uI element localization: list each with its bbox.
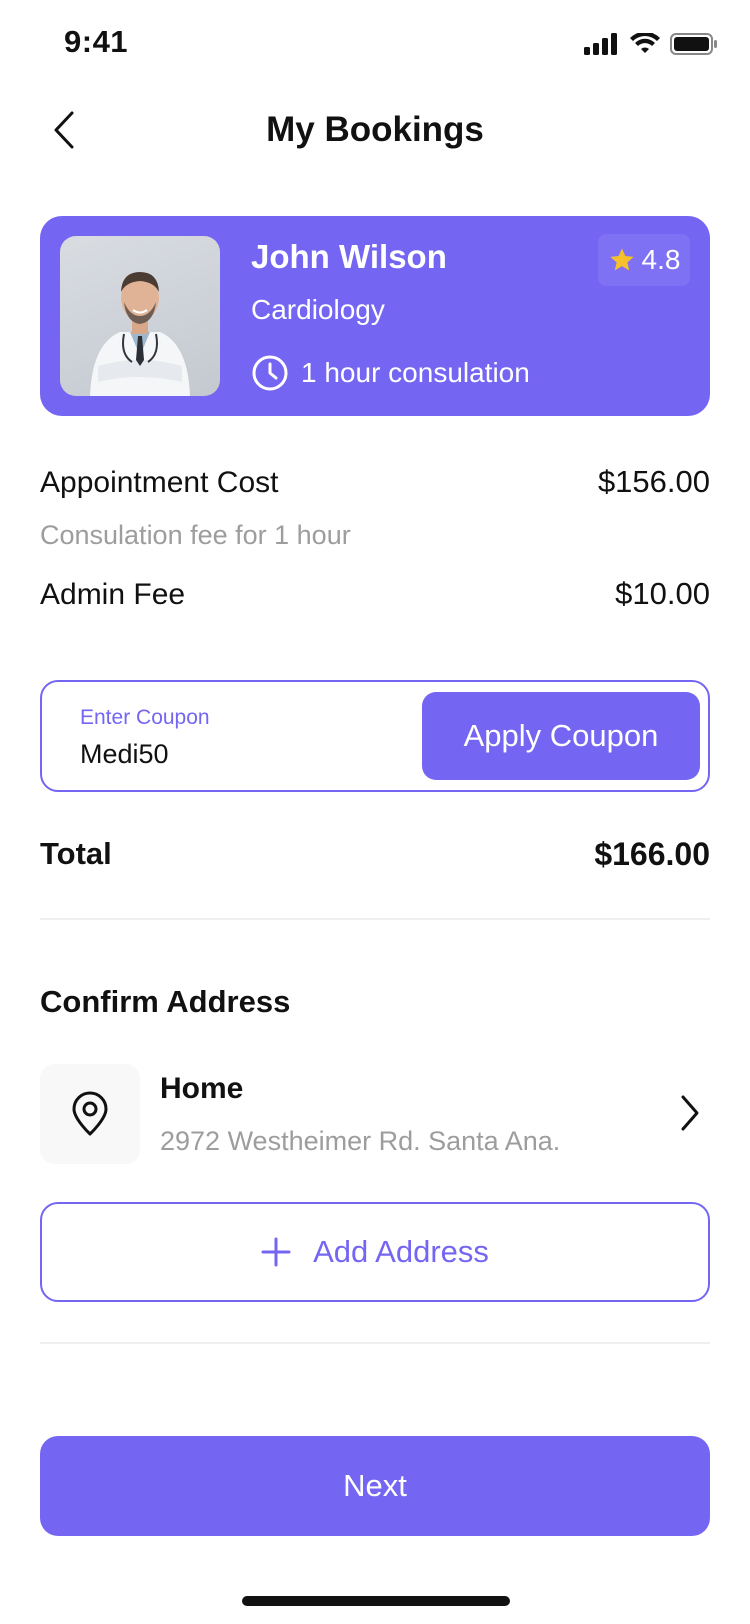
admin-fee-value: $10.00 xyxy=(615,576,710,611)
doctor-name: John Wilson xyxy=(251,238,447,275)
clock-icon xyxy=(252,355,288,391)
doctor-photo xyxy=(60,236,220,396)
admin-fee-label: Admin Fee xyxy=(40,578,186,611)
confirm-address-title: Confirm Address xyxy=(40,984,291,1019)
status-time: 9:41 xyxy=(64,24,129,59)
address-item-home[interactable]: Home 2972 Westheimer Rd. Santa Ana. xyxy=(40,1064,710,1164)
next-button[interactable]: Next xyxy=(40,1436,710,1536)
coupon-label: Enter Coupon xyxy=(80,706,210,729)
consultation-duration-text: 1 hour consulation xyxy=(301,357,530,388)
add-address-button[interactable]: Add Address xyxy=(40,1202,710,1302)
total-label: Total xyxy=(40,836,112,871)
appointment-cost-note: Consulation fee for 1 hour xyxy=(40,520,351,550)
coupon-input[interactable] xyxy=(80,734,380,774)
battery-icon xyxy=(670,33,717,55)
address-line: 2972 Westheimer Rd. Santa Ana. xyxy=(160,1126,561,1156)
divider xyxy=(40,918,710,920)
cellular-signal-icon xyxy=(584,33,617,55)
address-title: Home xyxy=(160,1072,244,1105)
home-indicator xyxy=(242,1596,510,1606)
apply-coupon-button[interactable]: Apply Coupon xyxy=(422,692,700,780)
add-address-label: Add Address xyxy=(313,1234,489,1269)
rating-badge: 4.8 xyxy=(598,234,690,286)
doctor-portrait xyxy=(90,272,190,396)
star-icon xyxy=(609,248,634,271)
status-icons xyxy=(584,32,718,56)
location-pin-icon xyxy=(72,1091,108,1136)
total-value: $166.00 xyxy=(594,836,710,872)
appointment-cost-label: Appointment Cost xyxy=(40,466,279,499)
coupon-field: Enter Coupon Apply Coupon xyxy=(40,680,710,792)
divider xyxy=(40,1342,710,1344)
plus-icon xyxy=(261,1237,291,1267)
chevron-right-icon xyxy=(680,1094,700,1137)
rating-value: 4.8 xyxy=(641,244,681,275)
consultation-duration: 1 hour consulation xyxy=(251,354,530,392)
doctor-card[interactable]: John Wilson Cardiology 1 hour consulatio… xyxy=(40,216,710,416)
doctor-specialty: Cardiology xyxy=(251,294,385,325)
appointment-cost-value: $156.00 xyxy=(597,464,710,499)
wifi-icon xyxy=(630,33,660,53)
page-title: My Bookings xyxy=(266,110,484,149)
address-icon-box xyxy=(40,1064,140,1164)
